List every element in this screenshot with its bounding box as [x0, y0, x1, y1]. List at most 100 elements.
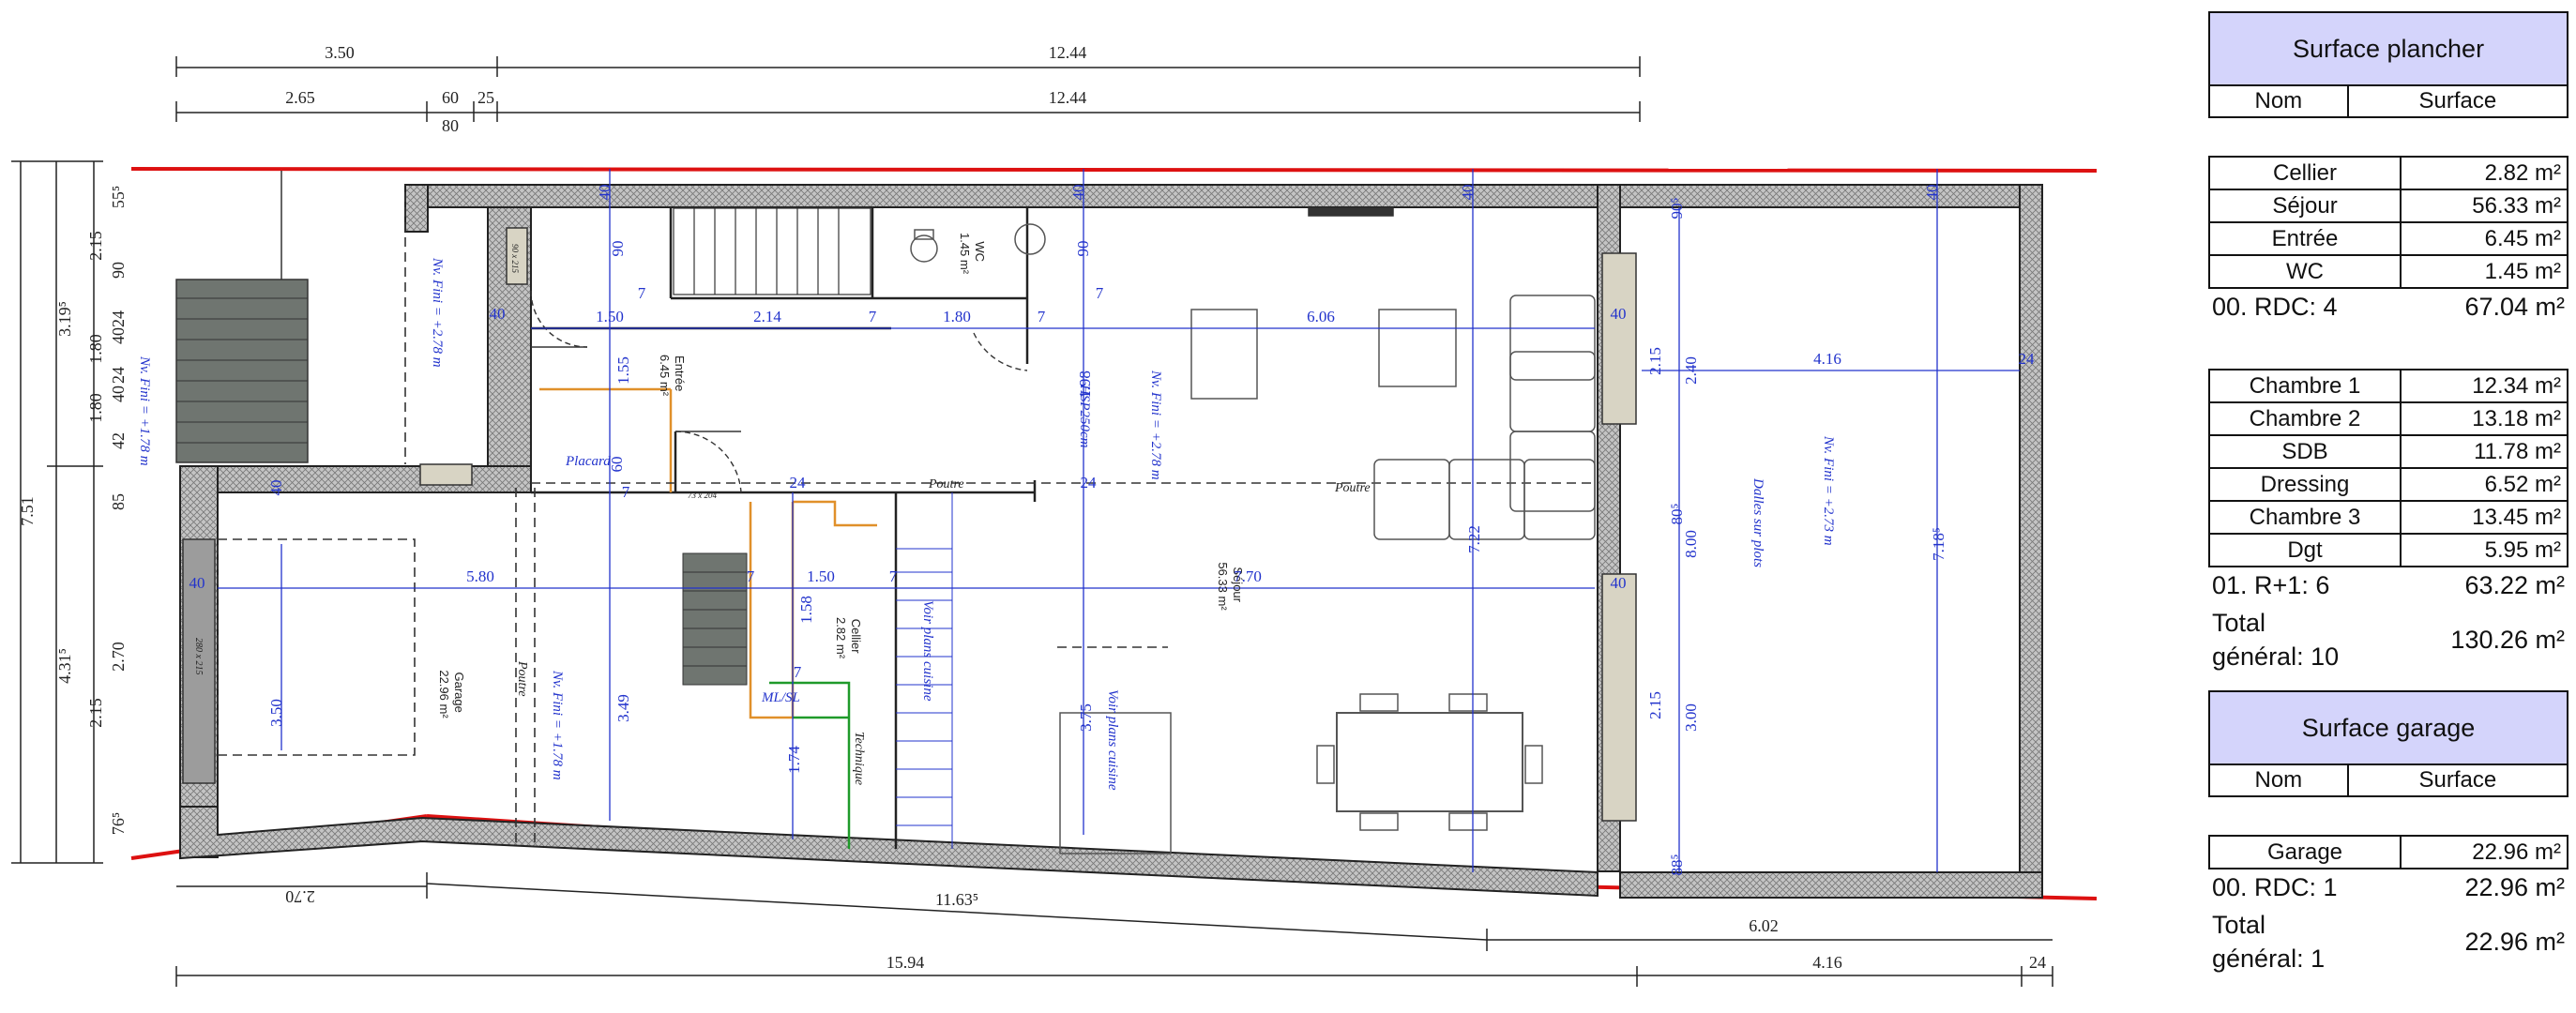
room-entree-area: 6.45 m² [658, 355, 672, 397]
grand-total: Total général: 10 130.26 m² [2208, 600, 2568, 673]
furniture [910, 223, 1596, 854]
table-row: Chambre 2 13.18 m² [2208, 401, 2568, 436]
r1-subtotal-label: 01. R+1: 6 [2212, 571, 2330, 599]
plan-notes: Nv. Fini = +1.78 m Nv. Fini = +2.78 m Nv… [137, 244, 1836, 791]
interior-dim-label: 7.18⁵ [1930, 527, 1947, 561]
interior-dim-label: 40 [1611, 574, 1627, 592]
table-row: WC 1.45 m² [2208, 254, 2568, 289]
row-surface: 13.45 m² [2400, 500, 2568, 535]
col-nom: Nom [2208, 84, 2349, 118]
interior-dim-label: 1.58 [797, 596, 815, 624]
dim-left-85: 85 [109, 493, 128, 510]
dim-top-1244: 12.44 [1049, 43, 1087, 62]
interior-dim-label: 2.14 [753, 308, 781, 325]
interior-dim-label: 1.50 [596, 308, 624, 325]
row-surface: 2.82 m² [2400, 156, 2568, 190]
interior-dim-label: 90 [609, 241, 627, 257]
interior-dim-label: 8.00 [1682, 530, 1700, 558]
interior-dim-label: 1.74 [785, 746, 803, 774]
windows [182, 207, 1637, 822]
note-nv-fini-1: Nv. Fini = +1.78 m [137, 355, 152, 466]
note-poutre-2: Poutre [1334, 481, 1371, 495]
interior-dim-label: 3.75 [1077, 703, 1095, 732]
top-dimension-lines [175, 56, 1641, 122]
interior-dim-label: 7 [889, 567, 898, 585]
partitions [531, 207, 1037, 849]
room-cellier-name: Cellier [849, 619, 863, 655]
svg-text:Cellier 2.82 m²: Cellier 2.82 m² [834, 617, 863, 659]
dim-left-180a: 1.80 [86, 334, 105, 364]
dim-left-180b: 1.80 [86, 393, 105, 423]
interior-dim-label: 7 [794, 663, 802, 681]
table-row: Séjour 56.33 m² [2208, 189, 2568, 223]
interior-dim-label: 7 [638, 284, 646, 302]
dim-top-265: 2.65 [285, 88, 315, 107]
interior-dim-label: 1.55 [614, 356, 632, 385]
interior-dim-label: 24 [2019, 350, 2036, 368]
row-name: Garage [2208, 835, 2402, 869]
note-dalles: Dalles sur plots [1750, 477, 1765, 567]
row-name: Dressing [2208, 467, 2402, 502]
interior-dim-label: 90⁵ [1668, 197, 1686, 219]
row-surface: 5.95 m² [2400, 533, 2568, 567]
row-surface: 13.18 m² [2400, 401, 2568, 436]
dim-bottom-24: 24 [2029, 953, 2046, 972]
dim-left-765: 76⁵ [109, 812, 128, 835]
note-window-2: 73 x 204 [688, 491, 717, 500]
table-row: Cellier 2.82 m² [2208, 156, 2568, 190]
note-technique: Technique [852, 732, 866, 785]
interior-dim-label: 80⁵ [1668, 503, 1686, 524]
svg-text:Garage 22.96 m²: Garage 22.96 m² [437, 670, 466, 718]
dim-left-40a: 40 [109, 327, 128, 344]
dim-bottom-602: 6.02 [1749, 916, 1779, 935]
garage-total-label-1: Total [2212, 911, 2266, 939]
dim-top-1244b: 12.44 [1049, 88, 1087, 107]
note-nv-fini-5: Nv. Fini = +2.73 m [1821, 435, 1836, 546]
table-row: SDB 11.78 m² [2208, 434, 2568, 469]
dim-bottom-1594: 15.94 [886, 953, 925, 972]
interior-dim-label: 40 [490, 305, 506, 323]
note-nv-fini-4: Nv. Fini = +1.78 m [550, 670, 565, 780]
dim-left-270: 2.70 [109, 642, 128, 672]
note-voir-1: Voir plans cuisine [920, 600, 935, 702]
area-tables: Surface plancher Nom Surface Cellier 2.82… [2208, 11, 2569, 975]
room-garage-name: Garage [452, 673, 466, 713]
interior-dim-label: 7.22 [1465, 525, 1483, 553]
interior-dim-label: 40 [267, 480, 285, 496]
interior-dim-label: 3.49 [614, 694, 632, 722]
interior-stairs [673, 207, 953, 849]
room-wc-area: 1.45 m² [958, 233, 972, 275]
note-poutre-1: Poutre [928, 477, 964, 491]
row-name: Entrée [2208, 221, 2402, 256]
table-row: Dressing 6.52 m² [2208, 467, 2568, 502]
svg-text:WC 1.45 m²: WC 1.45 m² [958, 233, 987, 275]
rdc-table: Cellier 2.82 m² Séjour 56.33 m² Entrée 6.45… [2208, 156, 2568, 289]
table-row: Dgt 5.95 m² [2208, 533, 2568, 567]
note-window-1: 90 x 215 [510, 244, 520, 273]
interior-dim-label: 7 [869, 308, 877, 325]
row-surface: 56.33 m² [2400, 189, 2568, 223]
row-name: Chambre 3 [2208, 500, 2402, 535]
room-wc-name: WC [973, 241, 987, 262]
row-name: Séjour [2208, 189, 2402, 223]
left-dimension-texts: 7.51 3.19⁵ 4.31⁵ 55⁵ 2.15 90 24 40 24 1.… [18, 186, 128, 835]
row-name: Dgt [2208, 533, 2402, 567]
row-name: Chambre 1 [2208, 369, 2402, 403]
interior-dim-label: 24 [790, 474, 807, 491]
interior-dim-label: 7.70 [1234, 567, 1262, 585]
interior-dim-label: 40 [1923, 185, 1941, 201]
dim-left-42: 42 [109, 432, 128, 449]
interior-dim-label: 60 [608, 457, 626, 473]
table-row: Chambre 1 12.34 m² [2208, 369, 2568, 403]
surface-plancher-table: Surface plancher Nom Surface [2208, 11, 2569, 118]
row-name: Chambre 2 [2208, 401, 2402, 436]
note-nv-fini-2: Nv. Fini = +2.78 m [430, 257, 445, 368]
table-row: Garage 22.96 m² [2208, 835, 2568, 869]
row-surface: 12.34 m² [2400, 369, 2568, 403]
table-row: Entrée 6.45 m² [2208, 221, 2568, 256]
garage-grand-total: Total général: 1 22.96 m² [2208, 902, 2568, 975]
row-name: SDB [2208, 434, 2402, 469]
surface-plancher-title: Surface plancher [2208, 11, 2568, 86]
dim-bottom-1163: 11.63⁵ [935, 890, 978, 909]
exterior-stairs [175, 171, 309, 463]
